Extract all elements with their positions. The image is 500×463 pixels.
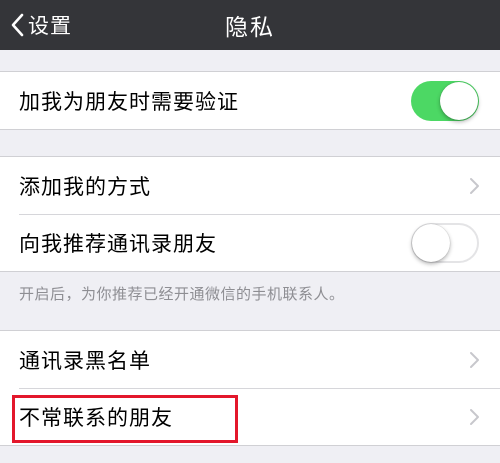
row-friend-verification: 加我为朋友时需要验证 xyxy=(0,72,500,129)
chevron-right-icon xyxy=(469,408,480,430)
settings-group-add-methods: 添加我的方式 向我推荐通讯录朋友 xyxy=(0,156,500,272)
chevron-right-icon xyxy=(469,351,480,373)
chevron-left-icon xyxy=(10,13,24,37)
row-infrequent-friends[interactable]: 不常联系的朋友 xyxy=(0,388,500,445)
friend-verification-toggle[interactable] xyxy=(411,80,479,121)
row-label: 加我为朋友时需要验证 xyxy=(19,89,239,114)
toggle-knob xyxy=(412,223,450,262)
row-label: 添加我的方式 xyxy=(19,174,151,199)
settings-group-verification: 加我为朋友时需要验证 xyxy=(0,71,500,130)
page-title: 隐私 xyxy=(225,15,275,41)
recommend-contacts-toggle[interactable] xyxy=(411,222,479,263)
nav-bar: 设置 隐私 xyxy=(0,0,500,50)
row-label: 向我推荐通讯录朋友 xyxy=(19,231,217,256)
row-recommend-contacts: 向我推荐通讯录朋友 xyxy=(0,214,500,271)
row-add-me-methods[interactable]: 添加我的方式 xyxy=(0,157,500,214)
recommend-contacts-note: 开启后，为你推荐已经开通微信的手机联系人。 xyxy=(19,285,345,303)
chevron-right-icon xyxy=(469,177,480,199)
back-label: 设置 xyxy=(28,14,72,38)
back-button[interactable]: 设置 xyxy=(10,0,72,50)
row-label: 不常联系的朋友 xyxy=(19,405,173,430)
row-contacts-blacklist[interactable]: 通讯录黑名单 xyxy=(0,331,500,388)
toggle-knob xyxy=(440,81,478,120)
settings-group-contacts: 通讯录黑名单 不常联系的朋友 xyxy=(0,330,500,446)
row-label: 通讯录黑名单 xyxy=(19,348,151,373)
